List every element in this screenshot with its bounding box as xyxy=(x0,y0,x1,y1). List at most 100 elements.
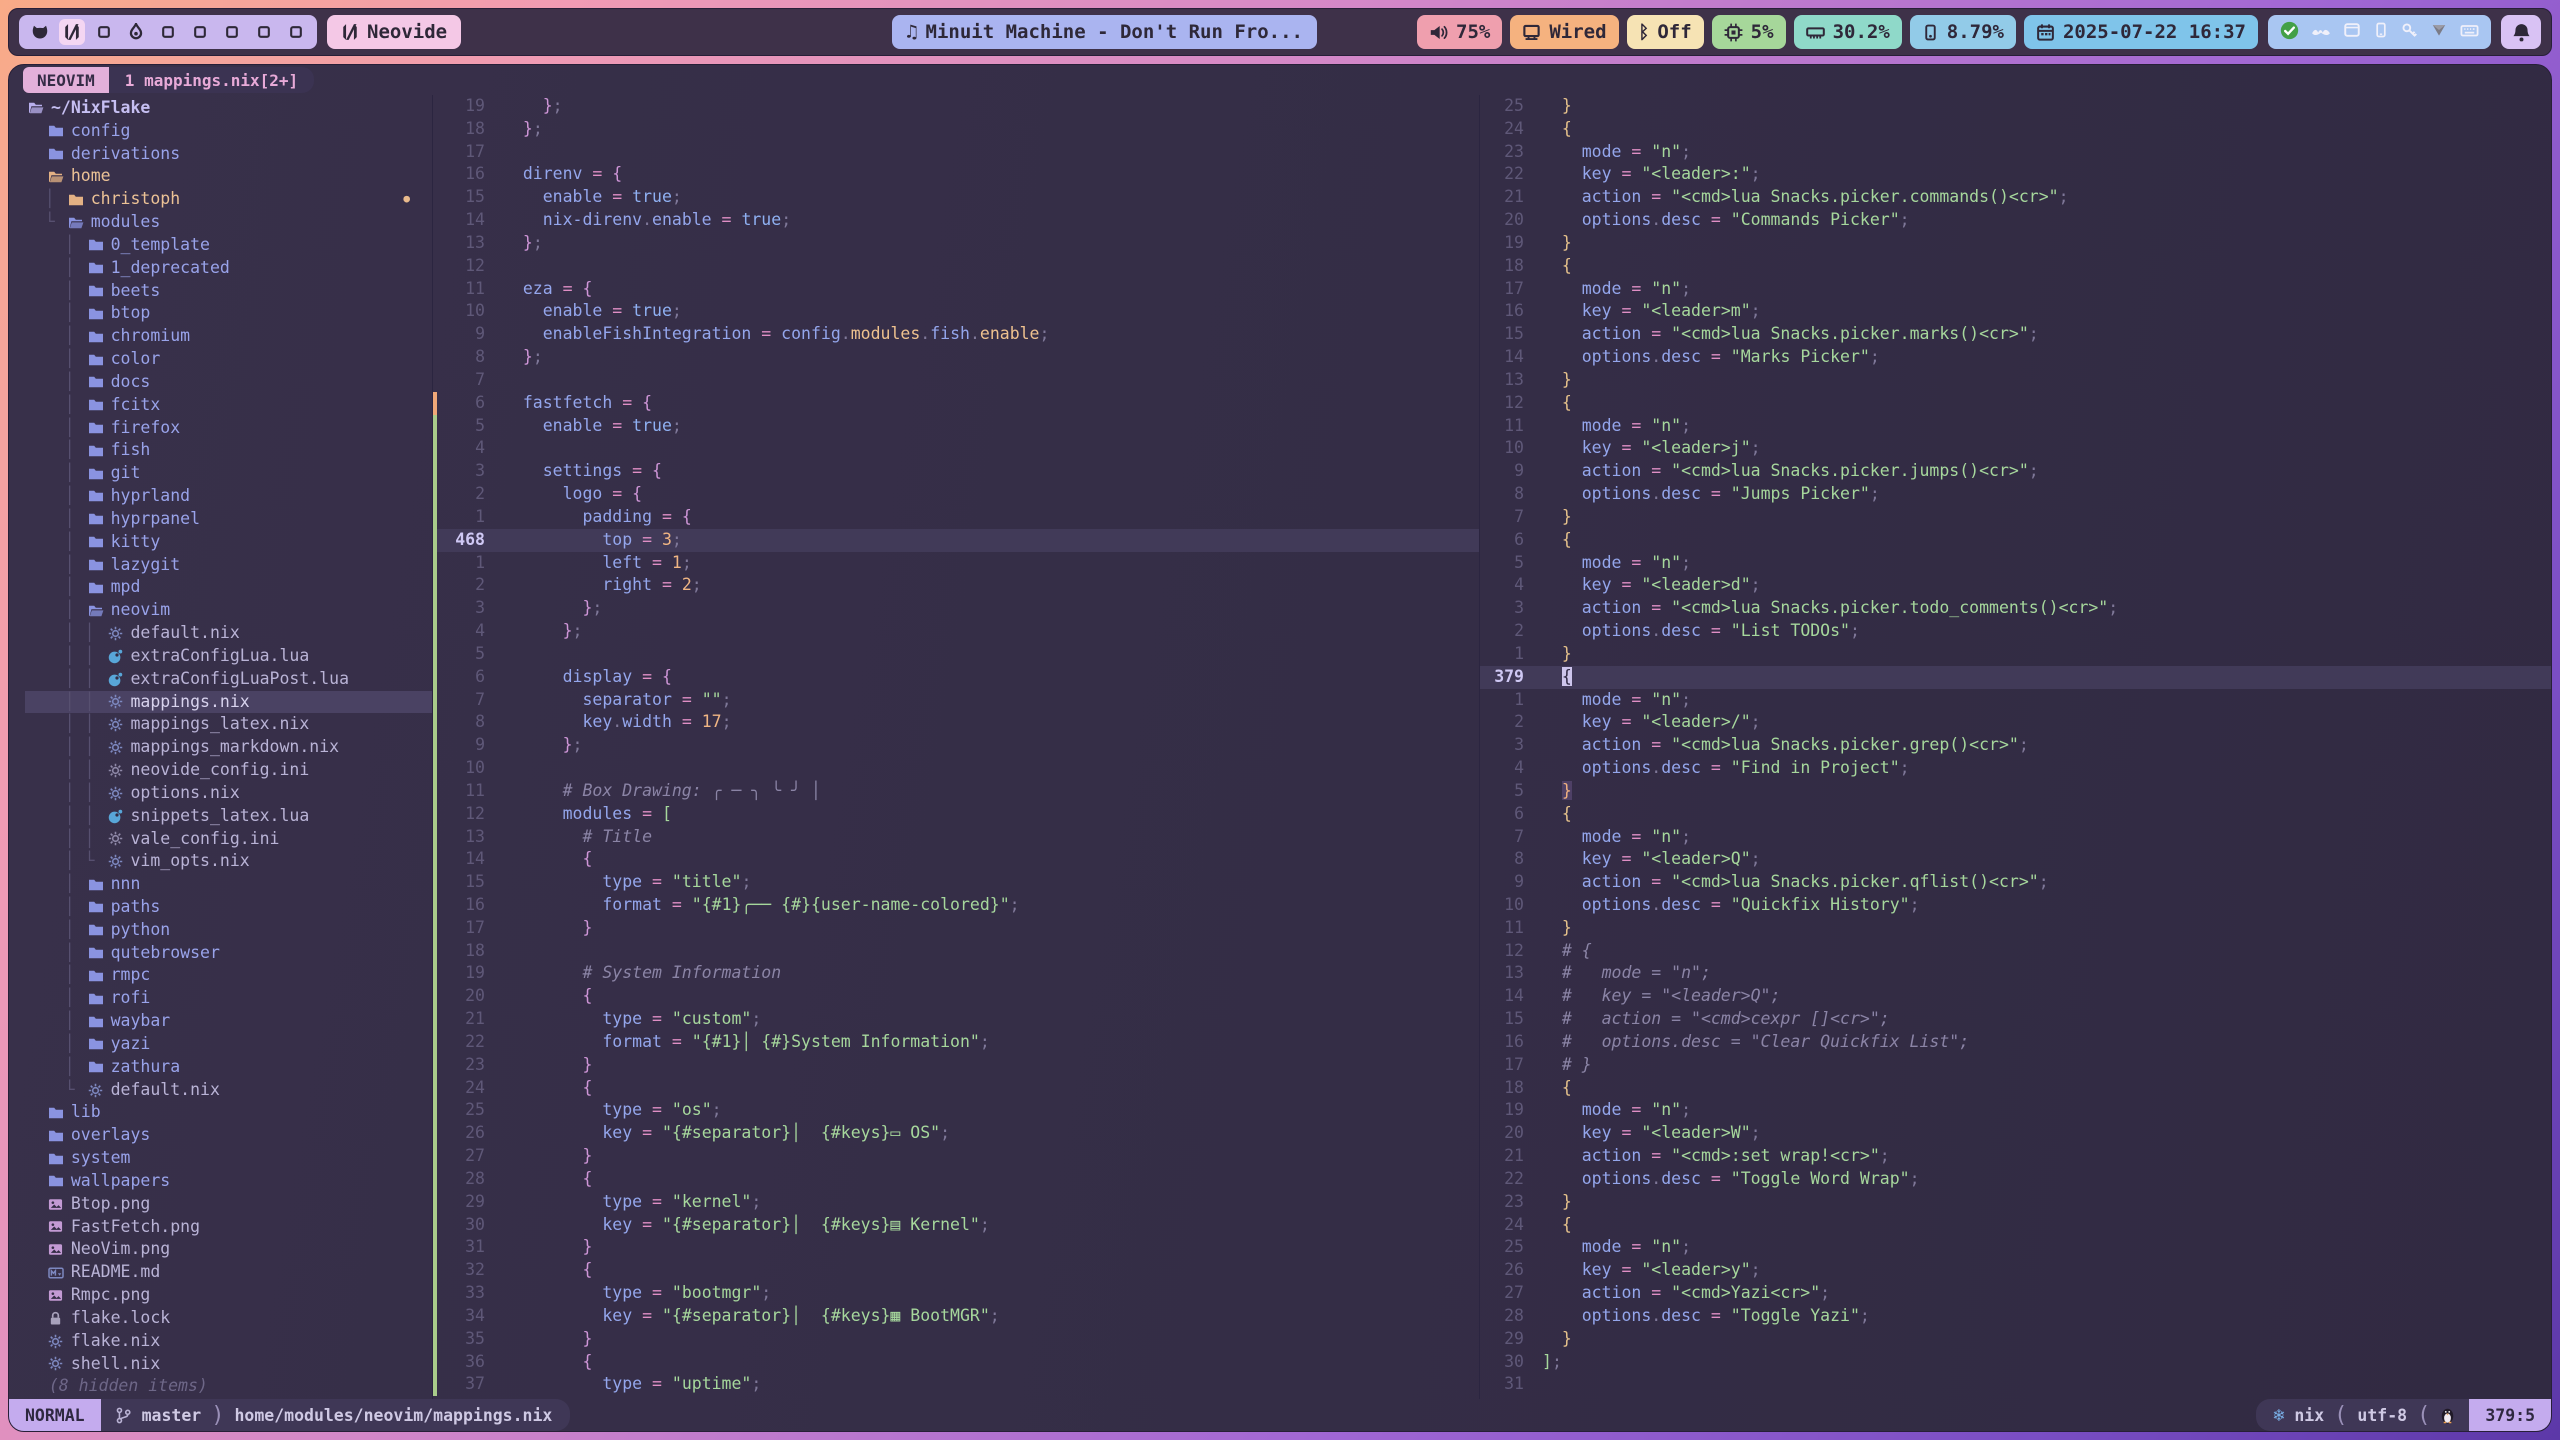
code-line[interactable]: 35 } xyxy=(433,1328,1479,1351)
code-line[interactable]: 36 { xyxy=(433,1351,1479,1374)
code-line[interactable]: 5 enable = true; xyxy=(433,415,1479,438)
code-line[interactable]: 20 { xyxy=(433,985,1479,1008)
code-line[interactable]: 18 xyxy=(433,940,1479,963)
tree-item-docs[interactable]: │ docs xyxy=(25,371,432,394)
tree-item-mappings_latex.nix[interactable]: │ │ mappings_latex.nix xyxy=(25,713,432,736)
tree-item-mappings.nix[interactable]: │ │ mappings.nix xyxy=(25,691,432,714)
app-button-neovide[interactable]: Neovide xyxy=(327,15,461,49)
tree-item-modules[interactable]: └ modules xyxy=(25,211,432,234)
code-line[interactable]: 9 action = "<cmd>lua Snacks.picker.jumps… xyxy=(1480,460,2551,483)
code-line[interactable]: 16 key = "<leader>m"; xyxy=(1480,300,2551,323)
code-line[interactable]: 12 { xyxy=(1480,392,2551,415)
code-line[interactable]: 26 key = "{#separator}│ {#keys}▭ OS"; xyxy=(433,1122,1479,1145)
code-line[interactable]: 14 nix-direnv.enable = true; xyxy=(433,209,1479,232)
code-line[interactable]: 27 } xyxy=(433,1145,1479,1168)
tree-item-0_template[interactable]: │ 0_template xyxy=(25,234,432,257)
code-line[interactable]: 28 { xyxy=(433,1168,1479,1191)
code-line[interactable]: 14 options.desc = "Marks Picker"; xyxy=(1480,346,2551,369)
module-network[interactable]: Wired xyxy=(1510,15,1618,49)
code-line[interactable]: 14 { xyxy=(433,848,1479,871)
code-line[interactable]: 16 format = "{#1}╭── {#}{user-name-color… xyxy=(433,894,1479,917)
code-line[interactable]: 11 mode = "n"; xyxy=(1480,415,2551,438)
code-line[interactable]: 17 mode = "n"; xyxy=(1480,278,2551,301)
module-clock[interactable]: 2025-07-22 16:37 xyxy=(2024,15,2258,49)
tree-item-fcitx[interactable]: │ fcitx xyxy=(25,394,432,417)
code-line[interactable]: 27 action = "<cmd>Yazi<cr>"; xyxy=(1480,1282,2551,1305)
code-line[interactable]: 16 # options.desc = "Clear Quickfix List… xyxy=(1480,1031,2551,1054)
editor-pane-right[interactable]: 25 }24 {23 mode = "n";22 key = "<leader>… xyxy=(1479,95,2551,1399)
tab-mappings-nix[interactable]: 1 mappings.nix[2+] xyxy=(109,67,314,93)
tree-item-mappings_markdown.nix[interactable]: │ │ mappings_markdown.nix xyxy=(25,736,432,759)
module-memory[interactable]: 30.2% xyxy=(1794,15,1902,49)
tree-item-mpd[interactable]: │ mpd xyxy=(25,576,432,599)
code-line[interactable]: 11 # Box Drawing: ╭ ─ ╮ ╰ ╯ │ xyxy=(433,780,1479,803)
code-line[interactable]: 10 options.desc = "Quickfix History"; xyxy=(1480,894,2551,917)
code-line[interactable]: 11 } xyxy=(1480,917,2551,940)
tree-item-lib[interactable]: lib xyxy=(25,1101,432,1124)
code-line[interactable]: 18 { xyxy=(1480,1077,2551,1100)
code-line[interactable]: 7 xyxy=(433,369,1479,392)
code-line[interactable]: 30 key = "{#separator}│ {#keys}▤ Kernel"… xyxy=(433,1214,1479,1237)
tray-window-icon[interactable] xyxy=(2343,21,2361,43)
code-line[interactable]: 8 key.width = 17; xyxy=(433,711,1479,734)
tree-item-snippets_latex.lua[interactable]: │ │ snippets_latex.lua xyxy=(25,805,432,828)
code-line[interactable]: 20 key = "<leader>W"; xyxy=(1480,1122,2551,1145)
code-line-current[interactable]: 379 { xyxy=(1480,666,2551,689)
tree-item-rofi[interactable]: │ rofi xyxy=(25,987,432,1010)
code-line[interactable]: 17 } xyxy=(433,917,1479,940)
code-line[interactable]: 12 modules = [ xyxy=(433,803,1479,826)
module-bluetooth[interactable]: ᛒOff xyxy=(1627,15,1704,49)
code-line[interactable]: 8 key = "<leader>Q"; xyxy=(1480,848,2551,871)
tree-item-flake.nix[interactable]: flake.nix xyxy=(25,1330,432,1353)
tree-item-neovide_config.ini[interactable]: │ │ neovide_config.ini xyxy=(25,759,432,782)
code-line[interactable]: 25 mode = "n"; xyxy=(1480,1236,2551,1259)
tree-item-vim_opts.nix[interactable]: │ └ vim_opts.nix xyxy=(25,850,432,873)
tree-item-config[interactable]: config xyxy=(25,120,432,143)
code-line[interactable]: 18 { xyxy=(1480,255,2551,278)
code-line[interactable]: 29 type = "kernel"; xyxy=(433,1191,1479,1214)
tray-wave-icon[interactable] xyxy=(2311,23,2331,42)
module-volume[interactable]: 75% xyxy=(1417,15,1502,49)
code-line[interactable]: 1 mode = "n"; xyxy=(1480,689,2551,712)
code-line[interactable]: 6 { xyxy=(1480,803,2551,826)
tree-item-git[interactable]: │ git xyxy=(25,462,432,485)
tree-item-NeoVim.png[interactable]: NeoVim.png xyxy=(25,1238,432,1261)
workspace-9[interactable] xyxy=(283,19,309,45)
code-line[interactable]: 17 # } xyxy=(1480,1054,2551,1077)
code-line[interactable]: 29 } xyxy=(1480,1328,2551,1351)
code-line[interactable]: 19 } xyxy=(1480,232,2551,255)
code-line[interactable]: 24 { xyxy=(1480,1214,2551,1237)
tree-item-hyprland[interactable]: │ hyprland xyxy=(25,485,432,508)
code-line[interactable]: 4 options.desc = "Find in Project"; xyxy=(1480,757,2551,780)
tree-item-qutebrowser[interactable]: │ qutebrowser xyxy=(25,942,432,965)
tree-item-chromium[interactable]: │ chromium xyxy=(25,325,432,348)
tree-item-python[interactable]: │ python xyxy=(25,919,432,942)
code-line[interactable]: 22 key = "<leader>:"; xyxy=(1480,163,2551,186)
code-line[interactable]: 24 { xyxy=(1480,118,2551,141)
tree-item-hyprpanel[interactable]: │ hyprpanel xyxy=(25,508,432,531)
code-line[interactable]: 11 eza = { xyxy=(433,278,1479,301)
code-line[interactable]: 23 } xyxy=(433,1054,1479,1077)
tree-item-btop[interactable]: │ btop xyxy=(25,302,432,325)
code-line[interactable]: 2 logo = { xyxy=(433,483,1479,506)
code-line[interactable]: 6 { xyxy=(1480,529,2551,552)
workspace-1[interactable] xyxy=(27,19,53,45)
code-line[interactable]: 6 display = { xyxy=(433,666,1479,689)
module-disk[interactable]: 8.79% xyxy=(1910,15,2016,49)
code-line[interactable]: 5 xyxy=(433,643,1479,666)
code-line[interactable]: 2 options.desc = "List TODOs"; xyxy=(1480,620,2551,643)
tree-item-waybar[interactable]: │ waybar xyxy=(25,1010,432,1033)
workspace-8[interactable] xyxy=(251,19,277,45)
workspace-5[interactable] xyxy=(155,19,181,45)
code-line[interactable]: 4 key = "<leader>d"; xyxy=(1480,574,2551,597)
code-line[interactable]: 4 xyxy=(433,437,1479,460)
tree-item-derivations[interactable]: derivations xyxy=(25,143,432,166)
tree-item-flake.lock[interactable]: flake.lock xyxy=(25,1307,432,1330)
code-line[interactable]: 9 enableFishIntegration = config.modules… xyxy=(433,323,1479,346)
tree-item-paths[interactable]: │ paths xyxy=(25,896,432,919)
code-line[interactable]: 17 xyxy=(433,141,1479,164)
code-line[interactable]: 3 }; xyxy=(433,597,1479,620)
code-line[interactable]: 28 options.desc = "Toggle Yazi"; xyxy=(1480,1305,2551,1328)
code-line[interactable]: 12 # { xyxy=(1480,940,2551,963)
tree-item-rmpc[interactable]: │ rmpc xyxy=(25,964,432,987)
